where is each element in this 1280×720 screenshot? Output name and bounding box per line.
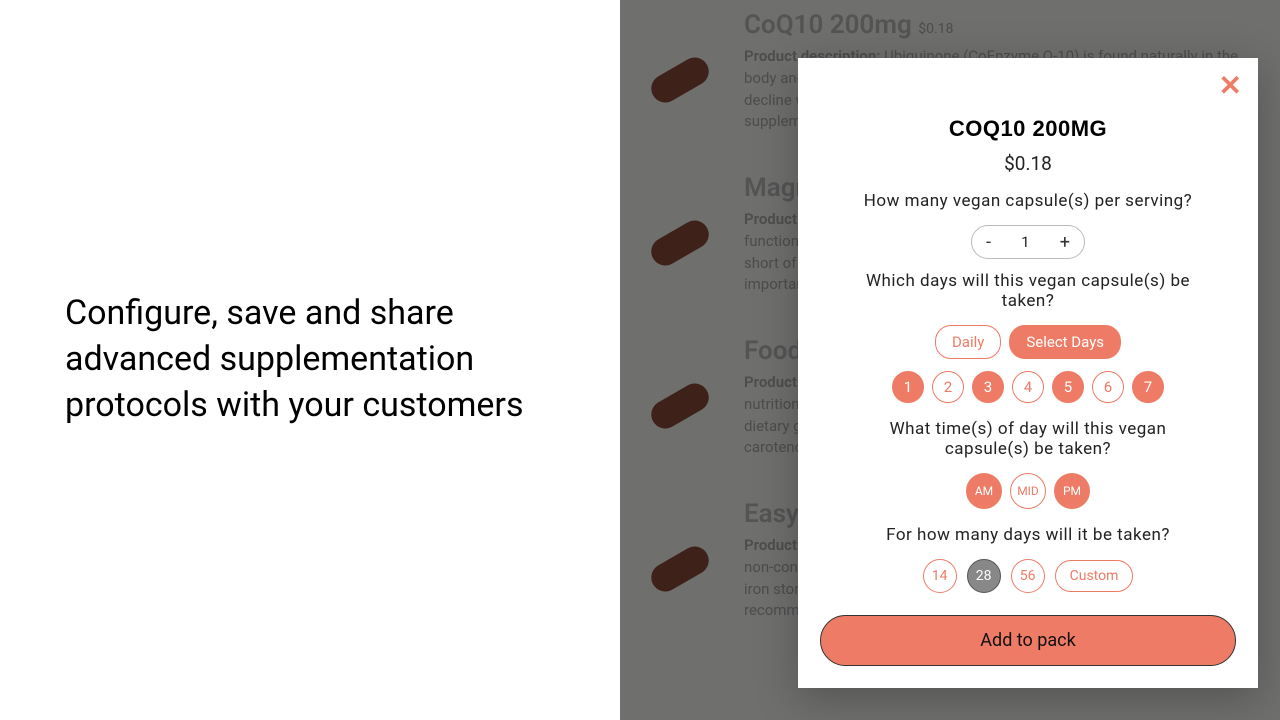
duration-28-button[interactable]: 28 (967, 559, 1001, 593)
close-icon[interactable]: ✕ (1219, 72, 1242, 100)
add-to-pack-button[interactable]: Add to pack (820, 615, 1236, 666)
day-3-toggle[interactable]: 3 (972, 371, 1004, 403)
day-4-toggle[interactable]: 4 (1012, 371, 1044, 403)
hero-text: Configure, save and share advanced suppl… (65, 291, 580, 429)
duration-custom-button[interactable]: Custom (1055, 560, 1134, 592)
duration-56-button[interactable]: 56 (1011, 559, 1045, 593)
day-6-toggle[interactable]: 6 (1092, 371, 1124, 403)
question-days: Which days will this vegan capsule(s) be… (848, 271, 1208, 311)
day-1-toggle[interactable]: 1 (892, 371, 924, 403)
product-modal: ✕ COQ10 200MG $0.18 How many vegan capsu… (798, 58, 1258, 688)
question-duration: For how many days will it be taken? (848, 525, 1208, 545)
hero-pane: Configure, save and share advanced suppl… (0, 0, 620, 720)
day-7-toggle[interactable]: 7 (1132, 371, 1164, 403)
mode-select-days-button[interactable]: Select Days (1009, 325, 1121, 359)
day-selector: 1234567 (820, 371, 1236, 403)
question-serving: How many vegan capsule(s) per serving? (848, 191, 1208, 211)
quantity-value: 1 (1021, 233, 1029, 251)
question-time: What time(s) of day will this vegan caps… (848, 419, 1208, 459)
time-am-toggle[interactable]: AM (966, 473, 1002, 509)
duration-14-button[interactable]: 14 (923, 559, 957, 593)
time-pm-toggle[interactable]: PM (1054, 473, 1090, 509)
time-mid-toggle[interactable]: MID (1010, 473, 1046, 509)
day-5-toggle[interactable]: 5 (1052, 371, 1084, 403)
decrement-button[interactable]: - (986, 232, 991, 253)
modal-price: $0.18 (820, 152, 1236, 175)
time-of-day-selector: AMMIDPM (820, 473, 1236, 509)
increment-button[interactable]: + (1060, 232, 1070, 253)
product-pane: CoQ10 200mg $0.18 Product description: U… (620, 0, 1280, 720)
duration-selector: 14 28 56 Custom (820, 559, 1236, 593)
modal-title: COQ10 200MG (820, 116, 1236, 142)
day-2-toggle[interactable]: 2 (932, 371, 964, 403)
mode-row: Daily Select Days (820, 325, 1236, 359)
quantity-stepper: - 1 + (971, 225, 1085, 259)
mode-daily-button[interactable]: Daily (935, 325, 1001, 359)
